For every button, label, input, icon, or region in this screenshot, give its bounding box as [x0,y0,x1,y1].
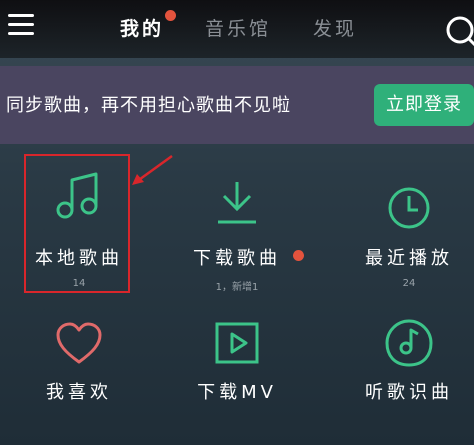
menu-icon[interactable] [8,14,34,36]
grid-item-recent-plays[interactable]: 最近播放 24 [330,184,474,314]
grid-item-count: 1，新增1 [215,282,259,293]
play-video-icon [215,322,259,364]
music-recognition-icon [385,319,433,367]
grid-item-favorites[interactable]: 我喜欢 [0,322,158,432]
grid-item-download-mv[interactable]: 下载MV [158,320,316,430]
top-bar: 我的 音乐馆 发现 [0,0,474,58]
new-download-dot [293,250,304,261]
tab-music-hall[interactable]: 音乐馆 [205,14,271,41]
login-button[interactable]: 立即登录 [374,84,474,126]
grid-item-label: 最近播放 [365,248,453,269]
annotation-arrow-icon [132,154,173,185]
clock-icon [388,187,430,229]
download-icon [218,182,256,224]
tab-discover[interactable]: 发现 [313,14,357,41]
search-icon[interactable] [442,12,474,52]
heart-icon [56,322,102,364]
grid-item-count: 24 [402,278,416,289]
grid-item-downloaded-songs[interactable]: 下载歌曲 1，新增1 [158,180,316,310]
grid-item-label: 我喜欢 [46,382,112,403]
grid-item-song-recognition[interactable]: 听歌识曲 [330,318,474,428]
grid-item-label: 听歌识曲 [365,382,453,403]
grid-item-label: 下载MV [197,382,277,403]
tab-mine[interactable]: 我的 [120,14,164,41]
highlight-box [24,154,130,293]
notification-dot [165,10,176,21]
banner-text: 同步歌曲，再不用担心歌曲不见啦 [6,95,291,116]
